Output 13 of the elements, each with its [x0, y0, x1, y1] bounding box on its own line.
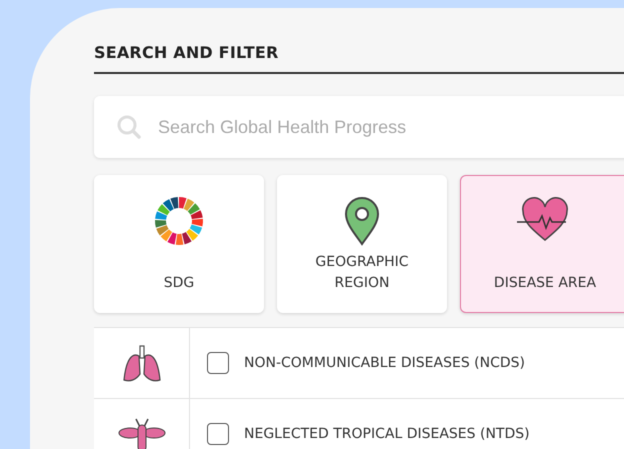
- map-pin-icon: [343, 196, 381, 246]
- section-title: SEARCH AND FILTER: [94, 43, 624, 74]
- color-wheel-icon: [154, 196, 204, 246]
- filter-card[interactable]: SDG: [94, 175, 264, 313]
- mosquito-icon: [118, 417, 166, 449]
- category-label: NON-COMMUNICABLE DISEASES (NCDS): [244, 355, 525, 371]
- checkbox[interactable]: [207, 423, 229, 445]
- category-label: NEGLECTED TROPICAL DISEASES (NTDS): [244, 426, 530, 442]
- search-input[interactable]: Search Global Health Progress: [156, 116, 560, 138]
- search-icon: [116, 114, 142, 140]
- filter-card[interactable]: GEOGRAPHIC REGION: [277, 175, 447, 313]
- checkbox[interactable]: [207, 352, 229, 374]
- filter-card[interactable]: DISEASE AREA: [460, 175, 624, 313]
